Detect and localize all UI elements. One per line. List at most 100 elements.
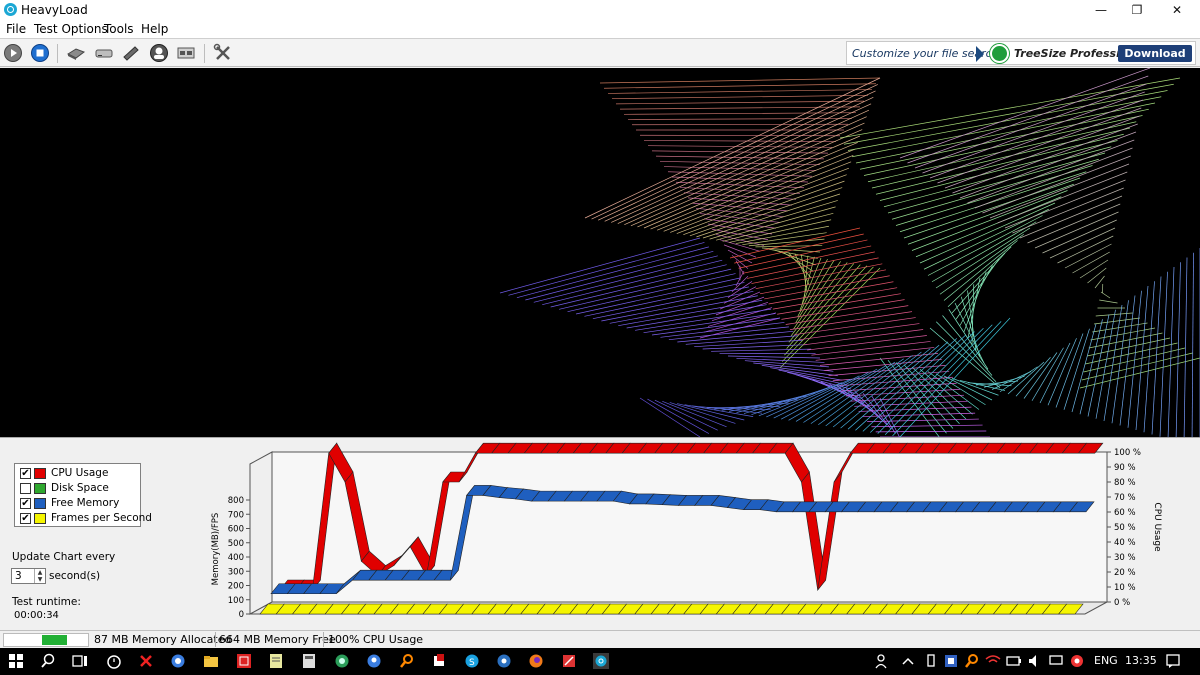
people-icon[interactable]: [874, 653, 890, 669]
viz-fan-peach-line: [630, 122, 865, 227]
viz-fan-violet-line: [525, 250, 714, 301]
menu-tools[interactable]: Tools: [104, 22, 134, 36]
test-runtime-label: Test runtime:: [12, 596, 81, 608]
viz-fan-red-line: [819, 353, 939, 366]
viz-fan-cyan-line: [1143, 281, 1155, 433]
memory-icon[interactable]: [121, 43, 141, 63]
search-icon[interactable]: [40, 653, 56, 669]
calculator-icon[interactable]: [301, 653, 317, 669]
pdf-icon[interactable]: [431, 653, 447, 669]
viz-fan-pink-line: [647, 145, 833, 148]
update-interval-stepper[interactable]: 3 ▲ ▼: [11, 568, 46, 584]
viz-fan-lilac-line: [982, 155, 1131, 214]
battery-icon[interactable]: [1006, 653, 1022, 669]
status-separator: [215, 632, 216, 647]
viz-fan-lilac-line: [1049, 227, 1116, 259]
viz-fan-green-line: [948, 309, 989, 370]
viz-fan-pink-line: [651, 150, 829, 154]
close-button[interactable]: ✕: [1154, 0, 1200, 20]
viz-fan-lilac-line: [1100, 291, 1111, 299]
firefox-icon[interactable]: [528, 653, 544, 669]
viz-fan-pink-line: [607, 89, 873, 94]
viz-fan-peach-line: [722, 212, 834, 242]
antivirus-icon[interactable]: [1069, 653, 1085, 669]
menu-help[interactable]: Help: [141, 22, 168, 36]
download-button[interactable]: Download: [1118, 45, 1192, 62]
viz-fan-blue-line: [892, 321, 1002, 437]
wifi-icon[interactable]: [985, 653, 1001, 669]
settings-icon[interactable]: [213, 43, 233, 63]
viz-fan-red-line: [824, 359, 942, 371]
red-tool-icon[interactable]: [561, 653, 577, 669]
cpu-icon[interactable]: [66, 43, 86, 63]
notifications-icon[interactable]: [1165, 653, 1181, 669]
defender-icon[interactable]: [943, 653, 959, 669]
menu-file[interactable]: File: [6, 22, 26, 36]
legend-label: CPU Usage: [51, 467, 109, 479]
viz-fan-green-line: [929, 327, 1001, 389]
right-axis-tick-label: 20 %: [1114, 568, 1136, 578]
viz-fan-green-line: [859, 108, 1149, 170]
viz-fan-lilac-line: [952, 123, 1138, 194]
viz-fan-pink-line: [603, 83, 877, 89]
task-view-icon[interactable]: [72, 653, 88, 669]
viz-fan-cyan-line: [991, 371, 1032, 390]
network-tray-icon[interactable]: [1048, 653, 1064, 669]
treesize-ad-banner[interactable]: Customize your file search TreeSize Prof…: [846, 41, 1196, 65]
language-indicator[interactable]: ENG: [1094, 654, 1118, 667]
viz-fan-red-line: [815, 347, 935, 361]
legend-checkbox-disk[interactable]: [20, 483, 31, 494]
cloud-app-icon[interactable]: [496, 653, 512, 669]
clock[interactable]: 13:35: [1125, 654, 1157, 667]
viz-fan-pink-line: [623, 112, 857, 115]
windows-start-icon[interactable]: [8, 653, 24, 669]
network-icon[interactable]: [176, 43, 196, 63]
heavyload-taskbar-icon[interactable]: [593, 653, 609, 669]
search-tray-icon[interactable]: [964, 653, 980, 669]
viz-fan-blue-line: [884, 324, 993, 436]
chevron-up-icon[interactable]: [900, 653, 916, 669]
red-app-icon[interactable]: [236, 653, 252, 669]
magnifier-app-icon[interactable]: [366, 653, 382, 669]
globe-icon[interactable]: [334, 653, 350, 669]
viz-fan-green-line: [955, 259, 1000, 320]
legend-checkbox-fps[interactable]: ✔: [20, 513, 31, 524]
legend-checkbox-memory[interactable]: ✔: [20, 498, 31, 509]
viz-fan-violet-line: [516, 246, 709, 299]
notepad-icon[interactable]: [268, 653, 284, 669]
volume-icon[interactable]: [1027, 653, 1043, 669]
viz-fan-lilac-line: [1099, 299, 1118, 304]
status-memory-allocated: 87 MB Memory Allocated: [94, 633, 232, 646]
alarm-clock-icon[interactable]: [106, 653, 122, 669]
legend-checkbox-cpu[interactable]: ✔: [20, 468, 31, 479]
left-axis-tick-label: 600: [228, 525, 244, 535]
viz-fan-pink-line: [707, 223, 773, 235]
update-interval-value[interactable]: 3: [15, 570, 22, 582]
legend-label: Free Memory: [51, 497, 120, 509]
svg-text:S: S: [469, 658, 475, 668]
viz-fan-pink-line: [679, 187, 801, 194]
search-tool-icon[interactable]: [399, 653, 415, 669]
file-explorer-icon[interactable]: [203, 653, 219, 669]
usb-icon[interactable]: [923, 653, 939, 669]
viz-fan-pink-line: [727, 249, 753, 264]
right-axis-tick-label: 100 %: [1114, 448, 1141, 458]
treesize-logo-icon: [990, 44, 1009, 63]
right-axis-tick-label: 70 %: [1114, 493, 1136, 503]
status-cpu-usage: 100% CPU Usage: [328, 633, 424, 646]
spin-arrows-icon[interactable]: ▲ ▼: [34, 569, 45, 583]
viz-fan-red-line: [772, 287, 898, 310]
viz-fan-peach-line: [604, 97, 874, 222]
stop-icon[interactable]: [30, 43, 50, 63]
start-icon[interactable]: [3, 43, 23, 63]
disk-icon[interactable]: [94, 43, 114, 63]
menu-test-options[interactable]: Test Options: [34, 22, 108, 36]
red-x-app-icon[interactable]: [138, 653, 154, 669]
left-axis-label: Memory(MB)/FPS: [211, 513, 221, 586]
gpu-icon[interactable]: [149, 43, 169, 63]
viz-fan-violet-line: [584, 282, 745, 317]
browser-icon[interactable]: [170, 653, 186, 669]
legend-swatch: [34, 483, 46, 494]
toolbar-separator: [57, 44, 58, 63]
skype-icon[interactable]: S: [464, 653, 480, 669]
